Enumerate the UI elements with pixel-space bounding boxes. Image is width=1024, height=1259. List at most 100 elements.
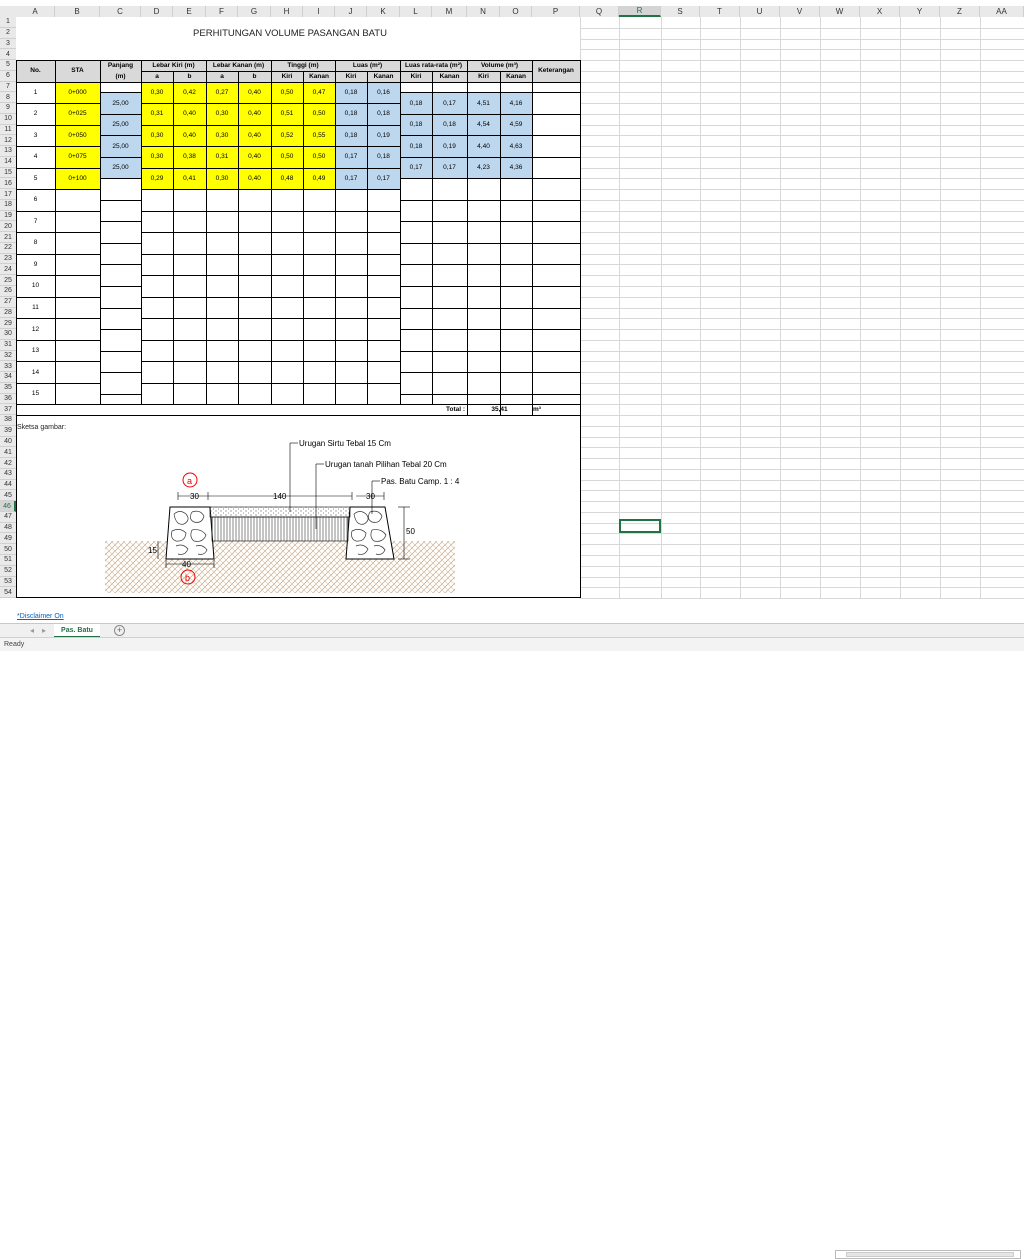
active-cell[interactable]	[619, 519, 661, 533]
subheader-b: b	[187, 72, 192, 80]
disclaimer-link[interactable]: *Disclaimer On	[17, 613, 64, 620]
row-header-6[interactable]: 6	[0, 70, 16, 82]
row-header-23[interactable]: 23	[0, 253, 16, 265]
column-header-P[interactable]: P	[532, 6, 580, 17]
row-header-34[interactable]: 34	[0, 372, 16, 383]
row-header-19[interactable]: 19	[0, 210, 16, 222]
row-header-20[interactable]: 20	[0, 221, 16, 233]
row-header-49[interactable]: 49	[0, 533, 16, 545]
column-header-X[interactable]: X	[860, 6, 900, 17]
row-header-22[interactable]: 22	[0, 242, 16, 254]
row-header-44[interactable]: 44	[0, 479, 16, 491]
column-header-U[interactable]: U	[740, 6, 780, 17]
row-header-42[interactable]: 42	[0, 458, 16, 469]
column-header-F[interactable]: F	[206, 6, 238, 17]
station-lnb: 0,40	[248, 110, 261, 118]
station-lska: 0,18	[377, 153, 390, 161]
row-header-16[interactable]: 16	[0, 178, 16, 190]
row-header-4[interactable]: 4	[0, 49, 16, 61]
scroll-thumb[interactable]	[846, 1252, 1014, 1257]
row-header-3[interactable]: 3	[0, 38, 16, 50]
column-header-K[interactable]: K	[367, 6, 400, 17]
row-header-40[interactable]: 40	[0, 436, 16, 448]
row-header-51[interactable]: 51	[0, 555, 16, 566]
row-header-24[interactable]: 24	[0, 264, 16, 276]
row-header-11[interactable]: 11	[0, 124, 16, 136]
row-header-35[interactable]: 35	[0, 382, 16, 394]
column-header-Q[interactable]: Q	[580, 6, 619, 17]
row-header-26[interactable]: 26	[0, 286, 16, 297]
column-header-Y[interactable]: Y	[900, 6, 940, 17]
row-header-25[interactable]: 25	[0, 275, 16, 286]
row-header-9[interactable]: 9	[0, 103, 16, 114]
row-header-8[interactable]: 8	[0, 92, 16, 104]
row-header-12[interactable]: 12	[0, 135, 16, 147]
row-header-53[interactable]: 53	[0, 576, 16, 588]
row-header-21[interactable]: 21	[0, 232, 16, 243]
row-header-31[interactable]: 31	[0, 339, 16, 351]
column-header-A[interactable]: A	[16, 6, 55, 17]
segment-vol-kanan: 4,63	[509, 142, 523, 150]
row-header-41[interactable]: 41	[0, 447, 16, 459]
row-header-43[interactable]: 43	[0, 468, 16, 480]
row-header-47[interactable]: 47	[0, 511, 16, 523]
column-header-G[interactable]: G	[238, 6, 271, 17]
row-header-52[interactable]: 52	[0, 565, 16, 577]
row-header-10[interactable]: 10	[0, 113, 16, 125]
column-header-S[interactable]: S	[661, 6, 700, 17]
column-header-N[interactable]: N	[467, 6, 500, 17]
station-lski: 0,17	[344, 153, 358, 161]
row-header-46[interactable]: 46	[0, 501, 16, 512]
segment-vol-kanan: 4,59	[509, 121, 523, 129]
row-header-48[interactable]: 48	[0, 522, 16, 534]
spreadsheet[interactable]: A B C D E F G H I J K L M N O P Q R S T U V W X Y Z AA 1 2 3 4 5 6 7 8 9 10…	[0, 0, 1024, 651]
row-header-2[interactable]: 2	[0, 27, 16, 39]
row-header-27[interactable]: 27	[0, 296, 16, 308]
row-header-30[interactable]: 30	[0, 329, 16, 340]
row-header-18[interactable]: 18	[0, 199, 16, 211]
row-header-39[interactable]: 39	[0, 425, 16, 437]
row-header-7[interactable]: 7	[0, 81, 16, 93]
row-header-5[interactable]: 5	[0, 60, 16, 71]
column-header-L[interactable]: L	[400, 6, 432, 17]
column-header-M[interactable]: M	[432, 6, 467, 17]
column-header-C[interactable]: C	[100, 6, 141, 17]
row-header-32[interactable]: 32	[0, 350, 16, 362]
row-header-45[interactable]: 45	[0, 490, 16, 502]
select-all-corner[interactable]	[0, 6, 16, 17]
row-header-36[interactable]: 36	[0, 393, 16, 405]
column-header-I[interactable]: I	[303, 6, 335, 17]
column-header-R[interactable]: R	[619, 6, 661, 17]
column-header-V[interactable]: V	[780, 6, 820, 17]
column-header-D[interactable]: D	[141, 6, 173, 17]
row-header-13[interactable]: 13	[0, 146, 16, 157]
column-header-T[interactable]: T	[700, 6, 740, 17]
row-header-33[interactable]: 33	[0, 361, 16, 373]
column-header-Z[interactable]: Z	[940, 6, 980, 17]
subheader-kiri: Kiri	[345, 72, 357, 80]
row-header-50[interactable]: 50	[0, 544, 16, 555]
sheet-tab-bar: ◂ ▸ Pas. Batu +	[0, 623, 1024, 1259]
column-header-W[interactable]: W	[820, 6, 860, 17]
row-header-37[interactable]: 37	[0, 404, 16, 416]
row-header-17[interactable]: 17	[0, 189, 16, 200]
column-header-E[interactable]: E	[173, 6, 206, 17]
horizontal-scrollbar[interactable]	[835, 1250, 1021, 1259]
sirtu-layer	[209, 506, 351, 518]
prev-sheet-icon[interactable]: ◂	[30, 626, 34, 635]
tab-pas-batu[interactable]: Pas. Batu	[54, 624, 100, 638]
column-header-AA[interactable]: AA	[980, 6, 1024, 17]
column-header-J[interactable]: J	[335, 6, 367, 17]
row-header-28[interactable]: 28	[0, 307, 16, 319]
add-sheet-icon[interactable]: +	[114, 625, 125, 636]
row-header-14[interactable]: 14	[0, 156, 16, 168]
row-header-1[interactable]: 1	[0, 17, 16, 28]
column-header-B[interactable]: B	[55, 6, 100, 17]
row-header-29[interactable]: 29	[0, 318, 16, 330]
column-header-H[interactable]: H	[271, 6, 303, 17]
row-header-15[interactable]: 15	[0, 167, 16, 179]
next-sheet-icon[interactable]: ▸	[42, 626, 46, 635]
row-header-54[interactable]: 54	[0, 587, 16, 599]
column-header-O[interactable]: O	[500, 6, 532, 17]
row-header-38[interactable]: 38	[0, 415, 16, 426]
